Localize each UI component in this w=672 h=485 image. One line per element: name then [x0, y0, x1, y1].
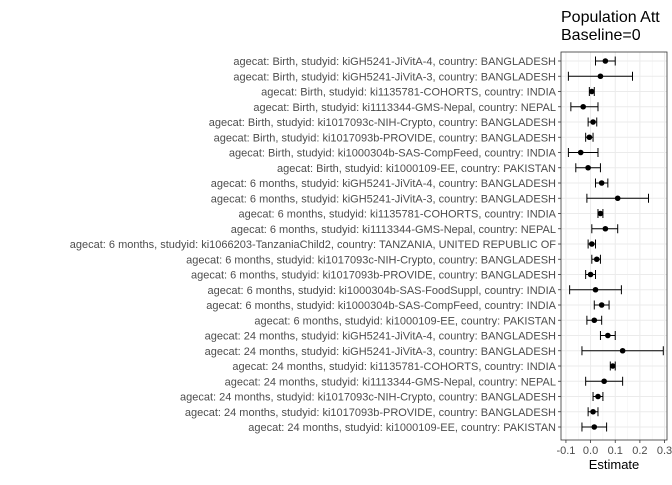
row-label: agecat: 6 months, studyid: ki1066203-Tan…	[70, 239, 557, 251]
row-label: agecat: Birth, studyid: ki1000304b-SAS-C…	[229, 148, 557, 160]
row-label: agecat: 6 months, studyid: ki1000304b-SA…	[207, 285, 556, 297]
estimate-point	[592, 286, 599, 293]
row-label: agecat: 6 months, studyid: ki1000304b-SA…	[206, 300, 556, 312]
estimate-point	[586, 134, 593, 141]
y-axis-labels: agecat: Birth, studyid: kiGH5241-JiVitA-…	[70, 56, 561, 434]
x-axis-ticks: -0.1 0.0 0.1 0.2 0.3	[556, 440, 672, 457]
row-label: agecat: 24 months, studyid: ki1135781-CO…	[232, 361, 556, 373]
row-label: agecat: 6 months, studyid: ki1017093b-PR…	[191, 270, 556, 282]
chart-title: Population Att	[561, 9, 660, 26]
row-label: agecat: 24 months, studyid: ki1000109-EE…	[248, 422, 556, 434]
row-label: agecat: 6 months, studyid: ki1000109-EE,…	[254, 315, 556, 327]
x-tick-label: 0.1	[608, 445, 623, 457]
estimate-point	[587, 271, 594, 278]
plot-panel	[561, 52, 667, 440]
estimate-point	[602, 58, 609, 64]
row-label: agecat: 24 months, studyid: ki1113344-GM…	[225, 376, 556, 388]
estimate-point	[597, 73, 604, 80]
x-tick-label: 0.3	[657, 445, 672, 457]
estimate-point	[585, 164, 591, 171]
row-label: agecat: Birth, studyid: kiGH5241-JiVitA-…	[233, 71, 556, 83]
estimate-point	[590, 119, 596, 125]
row-label: agecat: Birth, studyid: ki1017093b-PROVI…	[214, 132, 556, 144]
estimate-point	[591, 317, 598, 324]
row-label: agecat: Birth, studyid: ki1135781-COHORT…	[261, 87, 557, 99]
estimate-point	[602, 225, 609, 232]
row-label: agecat: 24 months, studyid: ki1017093c-N…	[180, 392, 556, 404]
estimate-point	[614, 195, 621, 202]
x-tick-label: -0.1	[556, 445, 575, 457]
estimate-point	[593, 256, 600, 263]
row-label: agecat: 24 months, studyid: kiGH5241-JiV…	[205, 346, 556, 358]
estimate-point	[580, 103, 586, 110]
row-label: agecat: 6 months, studyid: ki1017093c-NI…	[186, 254, 556, 266]
estimate-point	[598, 180, 605, 186]
row-label: agecat: Birth, studyid: ki1113344-GMS-Ne…	[253, 102, 556, 114]
estimate-point	[577, 149, 584, 156]
row-label: agecat: 6 months, studyid: kiGH5241-JiVi…	[211, 193, 556, 205]
row-label: agecat: 24 months, studyid: kiGH5241-JiV…	[205, 331, 556, 343]
row-label: agecat: 6 months, studyid: ki1135781-COH…	[238, 209, 556, 221]
forest-plot: Population Att Baseline=0 agecat: Birth,…	[0, 0, 672, 480]
x-axis-title: Estimate	[589, 457, 640, 472]
estimate-point	[598, 302, 605, 308]
estimate-point	[597, 210, 604, 217]
estimate-point	[601, 378, 607, 385]
forest-plot-svg: Population Att Baseline=0 agecat: Birth,…	[70, 9, 672, 472]
estimate-point	[609, 363, 616, 369]
estimate-point	[605, 332, 611, 339]
estimate-point	[591, 424, 598, 430]
x-tick-label: 0.0	[583, 445, 598, 457]
row-label: agecat: Birth, studyid: kiGH5241-JiVitA-…	[233, 56, 556, 68]
chart-subtitle: Baseline=0	[561, 27, 641, 44]
estimate-point	[589, 241, 595, 247]
estimate-point	[595, 393, 601, 400]
estimate-point	[589, 88, 595, 95]
estimate-point	[619, 347, 626, 354]
estimate-point	[590, 408, 596, 415]
row-label: agecat: 6 months, studyid: ki1113344-GMS…	[231, 224, 556, 236]
row-label: agecat: 24 months, studyid: ki1017093b-P…	[185, 407, 556, 419]
row-label: agecat: Birth, studyid: ki1000109-EE, co…	[277, 163, 556, 175]
x-tick-label: 0.2	[632, 445, 647, 457]
row-label: agecat: 6 months, studyid: kiGH5241-JiVi…	[211, 178, 556, 190]
row-label: agecat: Birth, studyid: ki1017093c-NIH-C…	[209, 117, 556, 129]
